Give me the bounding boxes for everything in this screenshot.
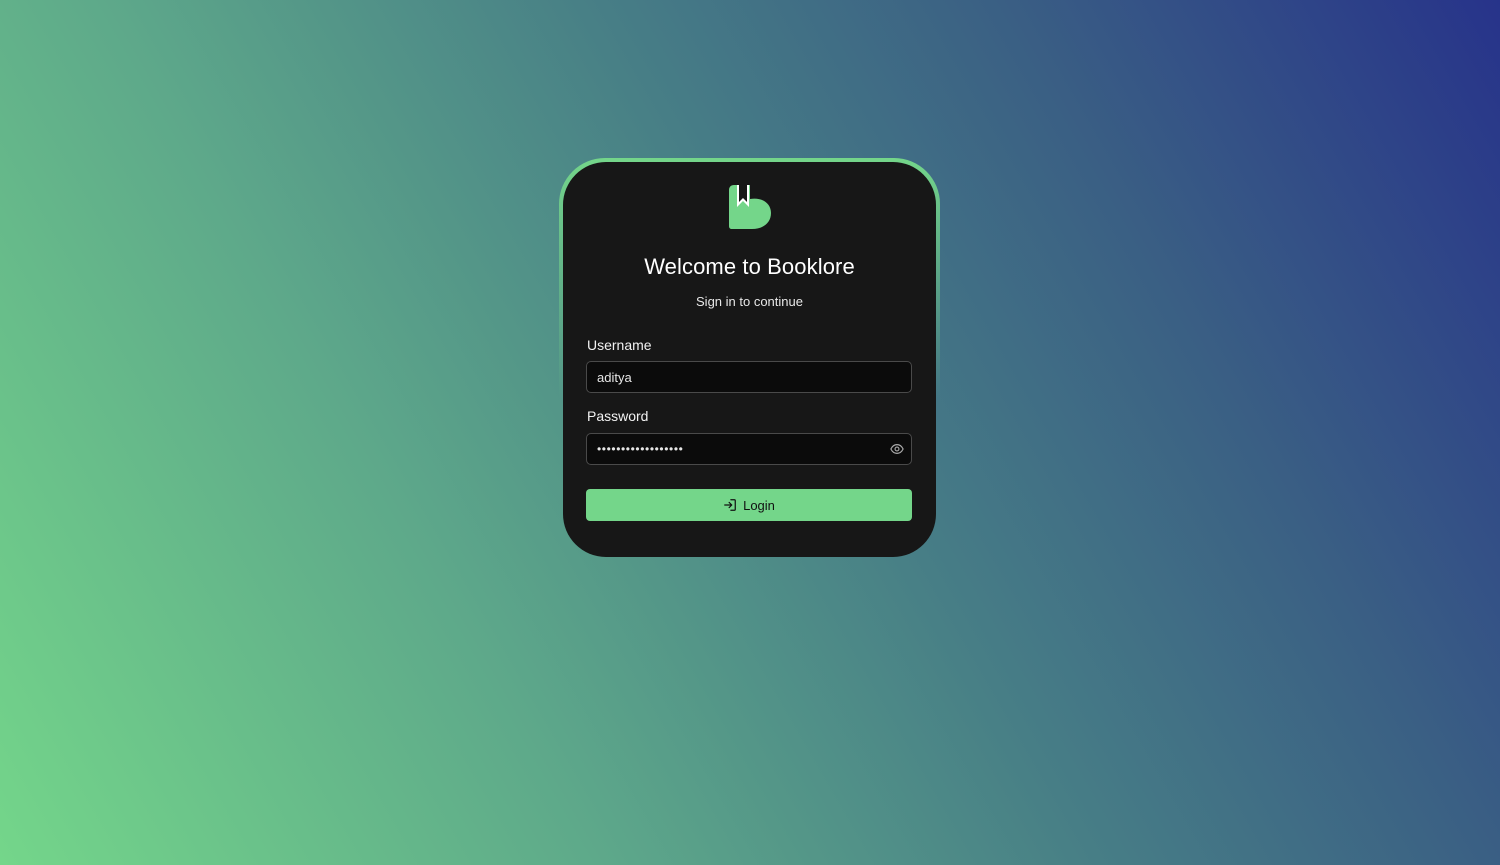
password-label: Password [587, 408, 649, 424]
page-subtitle: Sign in to continue [696, 294, 803, 309]
booklore-logo-icon [729, 185, 771, 229]
password-input[interactable]: •••••••••••••••••• [586, 433, 912, 465]
login-button[interactable]: Login [586, 489, 912, 521]
username-value: aditya [597, 369, 632, 385]
page-title: Welcome to Booklore [644, 254, 855, 279]
password-value: •••••••••••••••••• [597, 442, 684, 456]
eye-icon[interactable] [890, 442, 904, 456]
sign-in-icon [724, 499, 736, 511]
username-label: Username [587, 337, 652, 353]
login-button-label: Login [743, 497, 775, 513]
username-input[interactable]: aditya [586, 361, 912, 393]
login-card: Welcome to Booklore Sign in to continue … [563, 162, 936, 557]
